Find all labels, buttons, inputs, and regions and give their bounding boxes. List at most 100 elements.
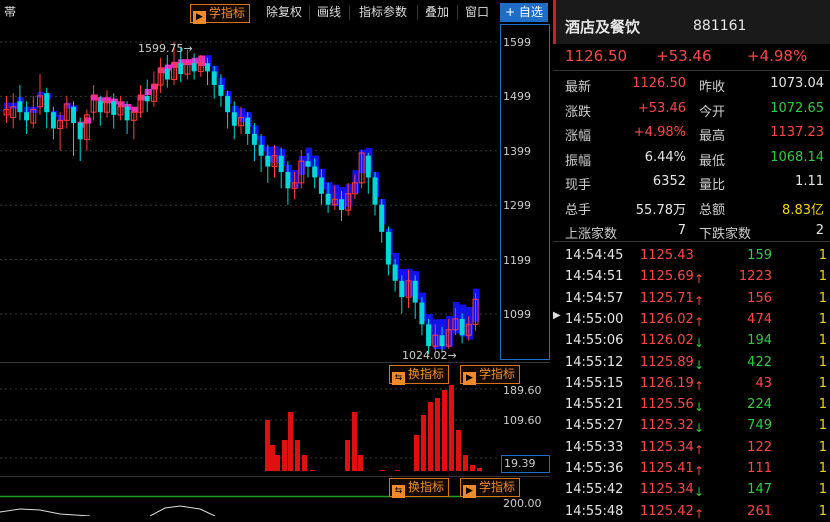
stat-label-1: 上涨家数 xyxy=(565,227,618,242)
candle-body xyxy=(365,155,371,178)
candle-body xyxy=(305,161,311,167)
band-segment xyxy=(4,102,11,109)
quote-panel: 酒店及餐饮 881161 1126.50 +53.46 +4.98% 最新 112… xyxy=(553,0,830,521)
stat-value-2: 1068.14 xyxy=(770,149,824,165)
tick-count: 1 xyxy=(818,333,827,349)
tick-row: 14:55:48 1125.42 ↑ 261 1 xyxy=(553,502,830,522)
candle-body xyxy=(191,63,197,72)
tick-row: 14:55:36 1125.41 ↑ 111 1 xyxy=(553,459,830,479)
volume-bar xyxy=(463,455,468,471)
indicator-tick: 200.00 xyxy=(503,497,542,510)
candle-body xyxy=(164,68,170,80)
price-change: +53.46 xyxy=(656,47,712,65)
candle-body xyxy=(17,101,23,113)
study-indicator-button-2[interactable]: ▶ 学指标 xyxy=(460,478,521,498)
price-tick: 1499 xyxy=(503,90,531,103)
tick-volume: 1223 xyxy=(738,269,772,285)
stat-label-2: 量比 xyxy=(699,178,726,193)
candle-body xyxy=(372,177,378,205)
band-segment xyxy=(37,91,45,98)
tick-price: 1125.89 xyxy=(640,354,694,370)
stat-value-1: 55.78万 xyxy=(635,202,686,218)
tick-price: 1125.69 xyxy=(640,269,694,285)
volume-bar xyxy=(428,402,433,471)
candle-body xyxy=(325,193,331,205)
tick-price: 1125.32 xyxy=(640,418,694,434)
tick-row: 14:55:00 1126.02 ↑ 474 1 xyxy=(553,310,830,330)
stat-label-1: 总手 xyxy=(565,202,592,218)
candle-body xyxy=(211,71,217,85)
stat-label-2: 昨收 xyxy=(699,80,726,95)
candle-body xyxy=(144,95,150,102)
candle-body xyxy=(412,280,418,303)
price-tick: 1599 xyxy=(503,36,531,49)
candle-body xyxy=(419,302,425,325)
volume-bar xyxy=(395,470,400,471)
tick-volume: 122 xyxy=(747,439,772,455)
tick-row: 14:55:15 1126.19 ↑ 43 1 xyxy=(553,374,830,394)
switch-indicator-button-2[interactable]: ⇆ 换指标 xyxy=(389,478,450,498)
band-segment xyxy=(473,288,480,322)
tick-price: 1125.71 xyxy=(640,290,694,306)
tick-row: 14:55:12 1125.89 ↓ 422 1 xyxy=(553,353,830,373)
band-segment xyxy=(446,315,453,347)
tick-row: 14:54:57 1125.71 ↑ 156 1 xyxy=(553,289,830,309)
volume-bar xyxy=(380,470,385,471)
tick-time: 14:55:42 xyxy=(565,482,624,498)
candle-body xyxy=(265,155,271,167)
swap-icon: ⇆ xyxy=(392,372,405,385)
tick-price: 1125.34 xyxy=(640,439,694,455)
candle-body xyxy=(258,144,264,156)
tick-row: 14:55:33 1125.34 ↑ 122 1 xyxy=(553,438,830,458)
stat-label-2: 总额 xyxy=(699,202,726,218)
tick-price: 1126.02 xyxy=(640,311,694,327)
band-segment xyxy=(352,170,360,194)
up-arrow-icon: ↑ xyxy=(694,442,705,457)
volume-bars xyxy=(265,385,482,471)
candle-body xyxy=(278,155,284,173)
swap-icon: ⇆ xyxy=(392,485,405,498)
band-segment xyxy=(10,102,18,109)
tick-volume: 224 xyxy=(747,397,772,413)
tick-volume: 194 xyxy=(747,333,772,349)
band-segment xyxy=(238,108,246,123)
tick-count: 1 xyxy=(818,269,827,285)
sector-name: 酒店及餐饮 xyxy=(565,18,641,36)
tick-volume: 159 xyxy=(747,248,772,263)
candle-body xyxy=(77,123,83,140)
band-segment xyxy=(345,184,353,207)
candle-body xyxy=(379,204,385,232)
price-tick: 1399 xyxy=(503,145,531,158)
volume-bar xyxy=(456,430,461,471)
stat-value-2: 1137.23 xyxy=(770,125,824,140)
chart-canvas[interactable] xyxy=(0,0,553,516)
stat-value-2: 8.83亿 xyxy=(782,202,824,218)
volume-bar xyxy=(302,455,307,471)
stat-label-1: 最新 xyxy=(565,80,592,95)
study-indicator-button-vol[interactable]: ▶ 学指标 xyxy=(460,365,521,385)
band-segment xyxy=(292,169,299,189)
divider xyxy=(553,241,830,242)
tick-count: 1 xyxy=(818,461,827,476)
stat-label-2: 最低 xyxy=(699,153,726,169)
band-segment xyxy=(298,156,306,175)
stat-value-2: 1072.65 xyxy=(770,100,824,116)
volume-bar xyxy=(270,445,275,471)
volume-tick: 189.60 xyxy=(503,384,542,397)
switch-indicator-button[interactable]: ⇆ 换指标 xyxy=(389,365,450,385)
stat-value-1: 1126.50 xyxy=(632,76,686,91)
tick-time: 14:55:15 xyxy=(565,375,624,391)
tick-count: 1 xyxy=(818,439,827,455)
divider xyxy=(553,70,830,71)
candle-body xyxy=(245,117,251,134)
band-segment xyxy=(144,89,152,96)
tick-row: 14:55:27 1125.32 ↓ 749 1 xyxy=(553,416,830,436)
band-segment xyxy=(272,146,279,163)
play-icon: ▶ xyxy=(463,485,476,498)
indicator-curve xyxy=(0,505,216,516)
tick-time: 14:55:21 xyxy=(565,397,624,413)
tick-pointer-icon: ▶ xyxy=(553,310,561,321)
volume-bar xyxy=(470,465,475,471)
volume-bar xyxy=(275,455,280,471)
tick-count: 1 xyxy=(818,290,827,306)
